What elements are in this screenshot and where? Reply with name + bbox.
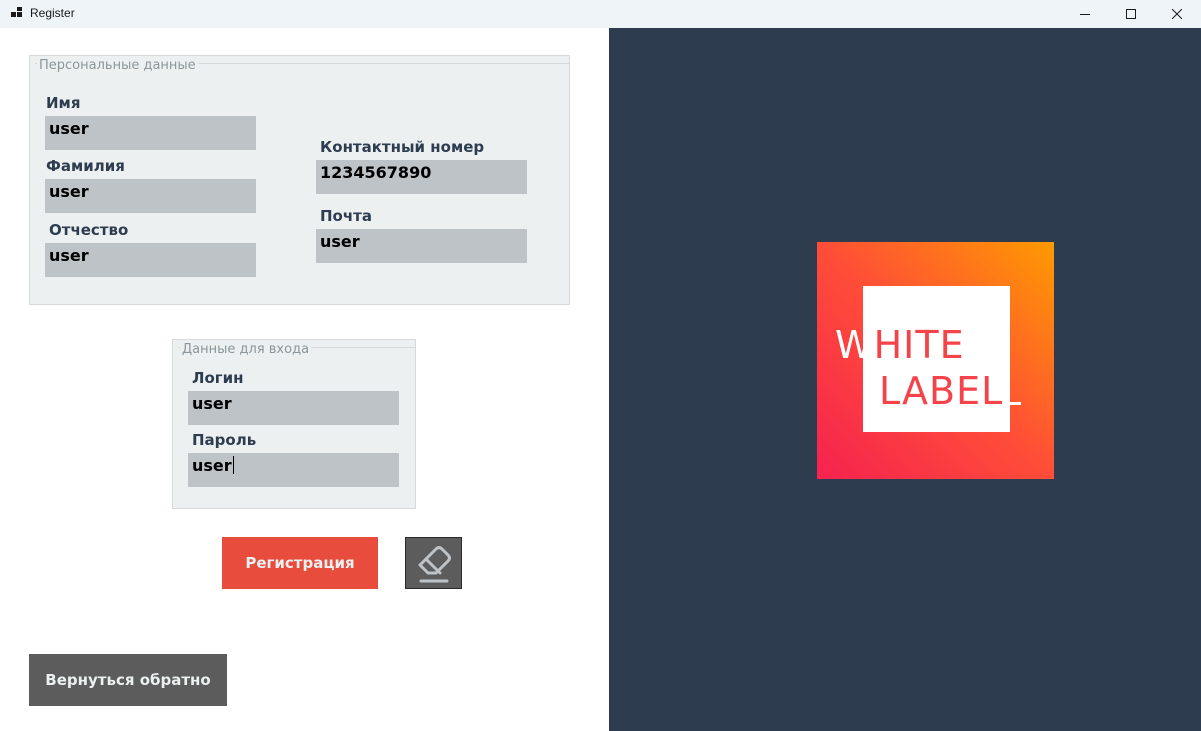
white-label-logo: WHITE LABEL <box>817 242 1054 479</box>
first-name-input[interactable]: user <box>45 116 256 150</box>
close-icon <box>1172 9 1182 19</box>
client-area: Персональные данные Имя user Фамилия use… <box>1 28 1201 731</box>
eraser-icon <box>418 546 451 583</box>
login-data-group: Данные для входа Логин user Пароль user <box>172 339 416 509</box>
login-data-legend: Данные для входа <box>180 342 312 357</box>
phone-label: Контактный номер <box>320 138 485 156</box>
text-caret <box>232 456 234 474</box>
minimize-icon <box>1080 14 1090 15</box>
clear-button[interactable] <box>405 537 462 589</box>
email-label: Почта <box>320 207 372 225</box>
phone-input[interactable]: 1234567890 <box>316 160 527 194</box>
password-input[interactable]: user <box>188 453 399 487</box>
login-label: Логин <box>192 369 244 387</box>
back-button[interactable]: Вернуться обратно <box>29 654 227 706</box>
last-name-input[interactable]: user <box>45 179 256 213</box>
patronymic-input[interactable]: user <box>45 243 256 277</box>
minimize-button[interactable] <box>1062 0 1108 28</box>
register-button[interactable]: Регистрация <box>222 537 378 589</box>
first-name-label: Имя <box>46 94 81 112</box>
password-label: Пароль <box>192 431 257 449</box>
title-bar: Register <box>0 0 1201 28</box>
personal-data-group: Персональные данные Имя user Фамилия use… <box>29 55 570 305</box>
personal-data-legend: Персональные данные <box>37 58 198 73</box>
patronymic-label: Отчество <box>49 221 129 239</box>
login-input[interactable]: user <box>188 391 399 425</box>
last-name-label: Фамилия <box>46 157 125 175</box>
close-button[interactable] <box>1154 0 1200 28</box>
maximize-icon <box>1126 9 1136 19</box>
window-title: Register <box>30 6 75 20</box>
app-icon <box>11 7 23 19</box>
maximize-button[interactable] <box>1108 0 1154 28</box>
email-input[interactable]: user <box>316 229 527 263</box>
